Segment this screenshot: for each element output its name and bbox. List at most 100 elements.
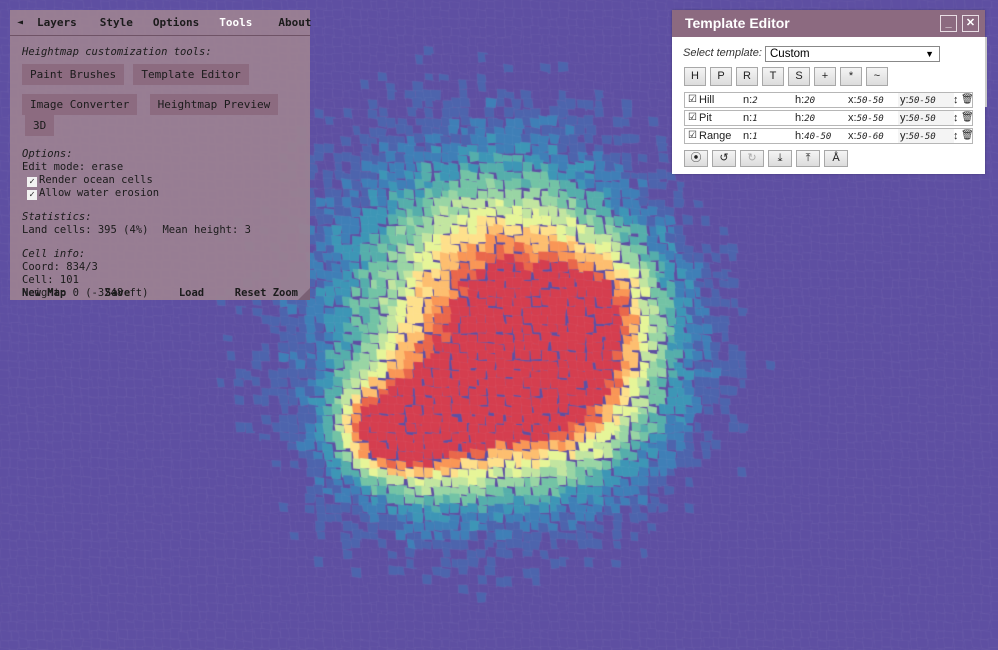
cell-text: Cell: 101 bbox=[22, 274, 79, 286]
n-label: n: bbox=[743, 130, 753, 142]
template-select[interactable]: Custom ▼ bbox=[765, 46, 940, 62]
add-smooth-button[interactable]: ~ bbox=[866, 67, 888, 86]
render-ocean-checkbox[interactable]: ✓ bbox=[27, 177, 37, 187]
reset-zoom-button[interactable]: Reset Zoom bbox=[235, 287, 298, 299]
y-label: y: bbox=[900, 112, 909, 124]
x-label: x: bbox=[848, 130, 857, 142]
add-multiply-button[interactable]: * bbox=[840, 67, 862, 86]
template-step-row[interactable]: ☑ Pit n:1 h:20 x:50-50 y:50-50 ↕ 🗑 bbox=[684, 110, 974, 126]
step-h[interactable]: 40-50 bbox=[804, 132, 831, 142]
resize-handle[interactable] bbox=[298, 288, 310, 300]
tools-heading: Heightmap customization tools: bbox=[22, 46, 212, 58]
config-button[interactable]: Å bbox=[824, 150, 848, 167]
run-icon: ⦿ bbox=[690, 152, 702, 164]
add-pit-button[interactable]: P bbox=[710, 67, 732, 86]
download-button[interactable]: ⤓ bbox=[768, 150, 792, 167]
reorder-icon[interactable]: ↕ bbox=[953, 129, 959, 143]
step-x[interactable]: 50-50 bbox=[857, 96, 884, 106]
options-heading: Options: bbox=[22, 148, 73, 160]
add-trough-button[interactable]: T bbox=[762, 67, 784, 86]
undo-icon: ↺ bbox=[719, 152, 729, 164]
step-x[interactable]: 50-60 bbox=[857, 132, 884, 142]
minimize-button[interactable]: _ bbox=[940, 15, 957, 32]
collapse-icon[interactable]: ◄ bbox=[17, 17, 23, 28]
add-add-button[interactable]: + bbox=[814, 67, 836, 86]
upload-button[interactable]: ⤒ bbox=[796, 150, 820, 167]
water-erosion-option[interactable]: ✓ Allow water erosion bbox=[22, 187, 298, 200]
water-erosion-checkbox[interactable]: ✓ bbox=[27, 190, 37, 200]
reorder-icon[interactable]: ↕ bbox=[953, 93, 959, 107]
trash-icon[interactable]: 🗑 bbox=[961, 111, 974, 125]
x-label: x: bbox=[848, 112, 857, 124]
upload-icon: ⤒ bbox=[805, 152, 811, 164]
image-converter-button[interactable]: Image Converter bbox=[22, 94, 138, 115]
land-cells-text: Land cells: 395 (4%) bbox=[22, 224, 149, 236]
h-label: h: bbox=[795, 112, 805, 124]
save-button[interactable]: Save bbox=[105, 287, 130, 299]
tab-tools[interactable]: Tools bbox=[219, 16, 252, 29]
render-ocean-option[interactable]: ✓ Render ocean cells bbox=[22, 174, 298, 187]
tab-about[interactable]: About bbox=[278, 16, 311, 29]
trash-icon[interactable]: 🗑 bbox=[961, 93, 974, 107]
dialog-title: Template Editor bbox=[685, 15, 790, 31]
tab-layers[interactable]: Layers bbox=[37, 16, 77, 29]
step-y[interactable]: 50-50 bbox=[909, 114, 936, 124]
step-y[interactable]: 50-50 bbox=[909, 96, 936, 106]
mean-height-text: Mean height: 3 bbox=[162, 224, 251, 236]
add-hill-button[interactable]: H bbox=[684, 67, 706, 86]
step-h[interactable]: 20 bbox=[804, 96, 815, 106]
step-h[interactable]: 20 bbox=[804, 114, 815, 124]
heightmap-preview-button[interactable]: Heightmap Preview bbox=[149, 94, 279, 115]
step-n[interactable]: 2 bbox=[752, 96, 757, 106]
new-map-button[interactable]: New Map bbox=[22, 287, 66, 299]
template-step-row[interactable]: ☑ Hill n:2 h:20 x:50-50 y:50-50 ↕ 🗑 bbox=[684, 92, 974, 108]
step-x[interactable]: 50-50 bbox=[857, 114, 884, 124]
options-panel: ◄ Layers Style Options Tools About Heigh… bbox=[10, 10, 312, 300]
add-strait-button[interactable]: S bbox=[788, 67, 810, 86]
n-label: n: bbox=[743, 94, 753, 106]
y-label: y: bbox=[900, 130, 909, 142]
redo-icon: ↻ bbox=[747, 152, 757, 164]
tab-options[interactable]: Options bbox=[153, 16, 199, 29]
y-label: y: bbox=[900, 94, 909, 106]
selected-template: Custom bbox=[770, 48, 810, 60]
run-button[interactable]: ⦿ bbox=[684, 150, 708, 167]
step-n[interactable]: 1 bbox=[752, 114, 757, 124]
tab-style[interactable]: Style bbox=[100, 16, 133, 29]
dropdown-arrow-icon: ▼ bbox=[925, 49, 934, 59]
edit-mode-text: Edit mode: erase bbox=[22, 161, 124, 173]
step-name: Range bbox=[699, 130, 732, 142]
dialog-titlebar[interactable]: Template Editor _ ✕ bbox=[672, 10, 985, 37]
undo-button[interactable]: ↺ bbox=[712, 150, 736, 167]
bottom-actions: New Map Save Load Reset Zoom bbox=[22, 287, 298, 299]
reorder-icon[interactable]: ↕ bbox=[953, 111, 959, 125]
add-range-button[interactable]: R bbox=[736, 67, 758, 86]
step-checkbox-icon[interactable]: ☑ bbox=[688, 129, 697, 143]
scrollbar[interactable] bbox=[985, 37, 987, 107]
template-editor-button[interactable]: Template Editor bbox=[133, 64, 249, 85]
redo-button[interactable]: ↻ bbox=[740, 150, 764, 167]
paint-brushes-button[interactable]: Paint Brushes bbox=[22, 64, 125, 85]
template-editor-dialog: Template Editor _ ✕ Select template: Cus… bbox=[672, 10, 987, 174]
step-y[interactable]: 50-50 bbox=[909, 132, 936, 142]
h-label: h: bbox=[795, 130, 805, 142]
3d-view-button[interactable]: 3D bbox=[25, 115, 55, 136]
cell-info-heading: Cell info: bbox=[22, 248, 86, 260]
trash-icon[interactable]: 🗑 bbox=[961, 129, 974, 143]
tab-bar: ◄ Layers Style Options Tools About bbox=[10, 10, 312, 36]
statistics-row: Land cells: 395 (4%) Mean height: 3 bbox=[22, 224, 298, 237]
step-checkbox-icon[interactable]: ☑ bbox=[688, 111, 697, 125]
select-template-label: Select template: bbox=[683, 47, 762, 59]
step-name: Pit bbox=[699, 112, 712, 124]
h-label: h: bbox=[795, 94, 805, 106]
compass-icon: Å bbox=[832, 152, 840, 164]
template-step-row[interactable]: ☑ Range n:1 h:40-50 x:50-60 y:50-50 ↕ 🗑 bbox=[684, 128, 974, 144]
statistics-heading: Statistics: bbox=[22, 211, 92, 223]
step-checkbox-icon[interactable]: ☑ bbox=[688, 93, 697, 107]
x-label: x: bbox=[848, 94, 857, 106]
coord-text: Coord: 834/3 bbox=[22, 261, 98, 273]
close-button[interactable]: ✕ bbox=[962, 15, 979, 32]
load-button[interactable]: Load bbox=[179, 287, 204, 299]
step-n[interactable]: 1 bbox=[752, 132, 757, 142]
n-label: n: bbox=[743, 112, 753, 124]
